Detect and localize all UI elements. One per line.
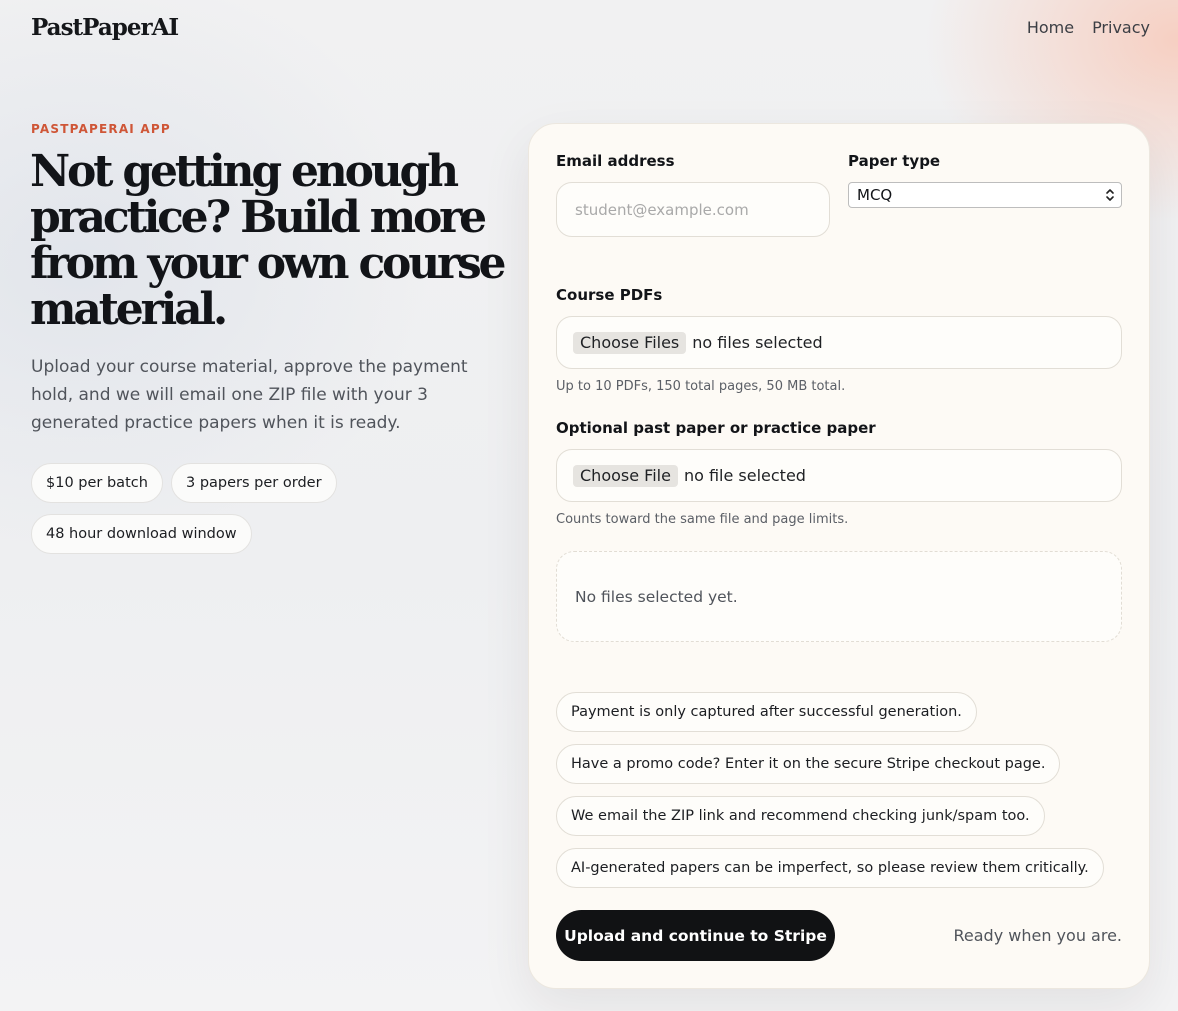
price-pill: $10 per batch — [31, 463, 163, 503]
paper-type-select[interactable]: MCQ — [848, 182, 1122, 208]
form-status-text: Ready when you are. — [953, 926, 1123, 945]
course-pdfs-label: Course PDFs — [556, 286, 663, 304]
course-pdfs-hint: Up to 10 PDFs, 150 total pages, 50 MB to… — [556, 379, 846, 394]
selected-files-dropzone[interactable]: No files selected yet. — [556, 551, 1122, 642]
hero-eyebrow: PASTPAPERAI APP — [31, 122, 171, 136]
email-zip-note: We email the ZIP link and recommend chec… — [556, 796, 1045, 836]
download-window-pill: 48 hour download window — [31, 514, 252, 554]
choose-file-button[interactable]: Choose File — [573, 464, 678, 487]
past-paper-status: no file selected — [683, 466, 806, 485]
course-pdfs-status: no files selected — [692, 333, 823, 352]
nav-home-link[interactable]: Home — [1027, 18, 1074, 37]
ai-disclaimer-note: AI-generated papers can be imperfect, so… — [556, 848, 1104, 888]
email-input[interactable] — [556, 182, 830, 237]
upload-continue-stripe-button[interactable]: Upload and continue to Stripe — [556, 910, 835, 961]
email-label: Email address — [556, 152, 675, 170]
selected-files-empty-text: No files selected yet. — [575, 587, 738, 606]
past-paper-file-input[interactable]: Choose File no file selected — [556, 449, 1122, 502]
hero-subtitle: Upload your course material, approve the… — [31, 357, 468, 433]
chevron-up-down-icon — [1106, 189, 1114, 201]
paper-type-label: Paper type — [848, 152, 941, 170]
promo-code-note: Have a promo code? Enter it on the secur… — [556, 744, 1061, 784]
choose-files-button[interactable]: Choose Files — [573, 331, 687, 354]
top-nav: Home Privacy — [1027, 18, 1150, 37]
past-paper-label: Optional past paper or practice paper — [556, 419, 876, 437]
paper-type-selected-value: MCQ — [857, 186, 893, 204]
past-paper-hint: Counts toward the same file and page lim… — [556, 512, 849, 527]
brand-logo[interactable]: PastPaperAI — [31, 14, 179, 41]
nav-privacy-link[interactable]: Privacy — [1092, 18, 1150, 37]
payment-capture-note: Payment is only captured after successfu… — [556, 692, 977, 732]
hero-title: Not getting enough practice? Build more … — [30, 146, 507, 335]
course-pdfs-file-input[interactable]: Choose Files no files selected — [556, 316, 1122, 369]
papers-per-order-pill: 3 papers per order — [171, 463, 337, 503]
